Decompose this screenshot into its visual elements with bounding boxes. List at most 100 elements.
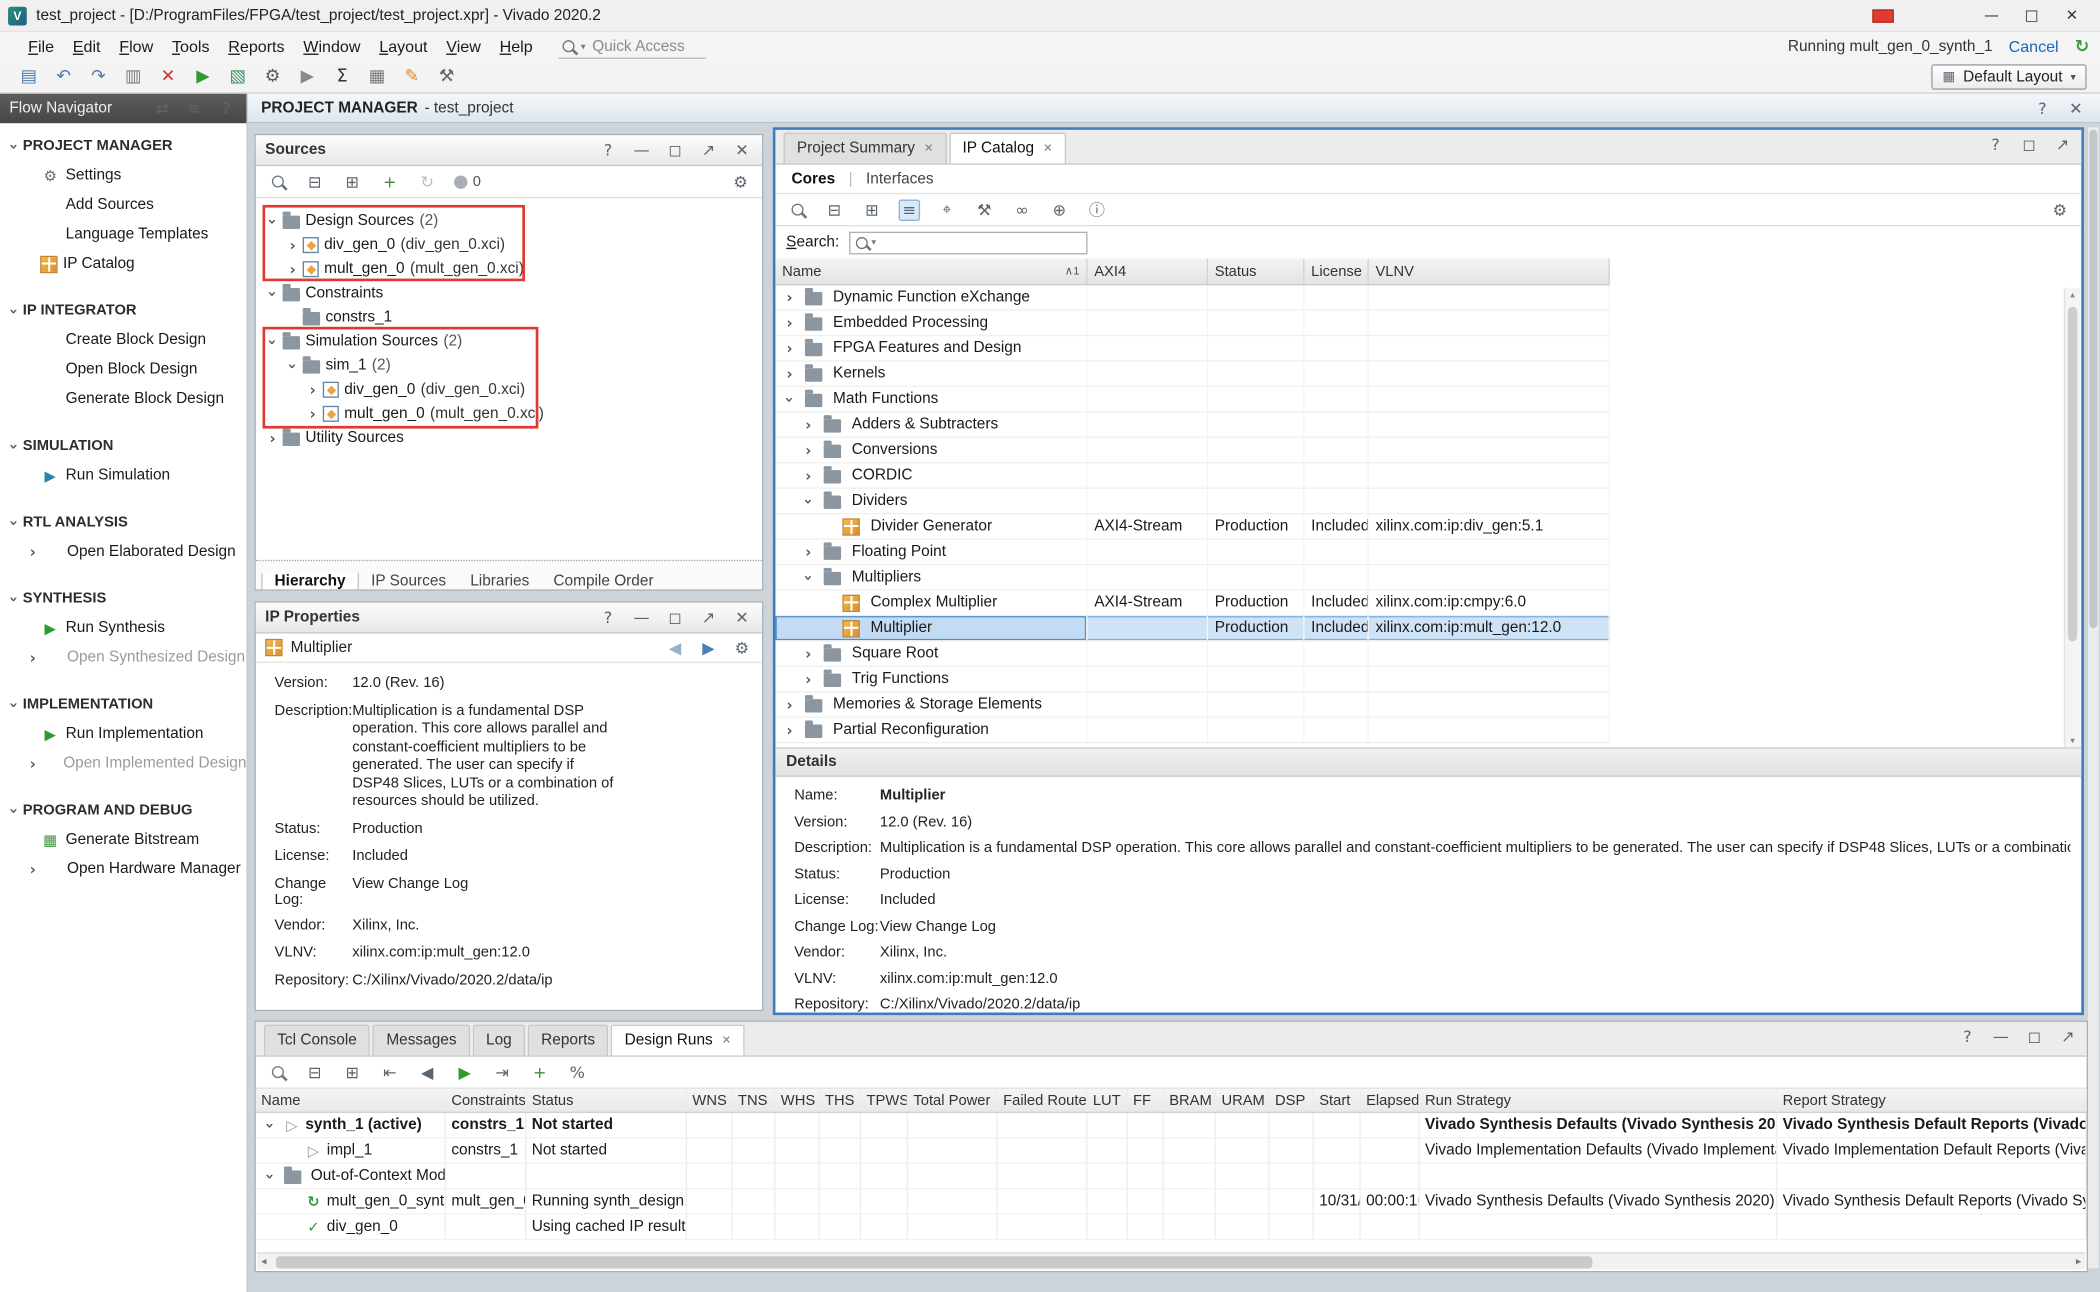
expander-icon[interactable] (264, 334, 281, 349)
settings-icon[interactable]: ⚙ (2049, 199, 2070, 220)
link-view-change-log[interactable]: View Change Log (880, 918, 2071, 936)
column-header-total-power[interactable]: Total Power (908, 1089, 998, 1112)
catalog-row-embedded-processing[interactable]: Embedded Processing (775, 311, 1609, 336)
catalog-search-input[interactable]: ▾ (849, 231, 1087, 254)
scroll-down-icon[interactable]: ▾ (2065, 735, 2080, 746)
close-button[interactable]: ✕ (2052, 7, 2092, 24)
expander-icon[interactable] (781, 697, 798, 712)
minimize-button[interactable]: — (1971, 7, 2011, 24)
expander-icon[interactable] (304, 382, 321, 397)
column-header-constraints[interactable]: Constraints (446, 1089, 526, 1112)
flow-section-header[interactable]: PROJECT MANAGER (0, 131, 246, 160)
horizontal-scrollbar[interactable]: ◂ ▸ (257, 1252, 2085, 1269)
search-icon[interactable] (267, 1061, 288, 1082)
flow-item-generate-bitstream[interactable]: ▦ Generate Bitstream (0, 825, 246, 854)
settings-icon[interactable]: ⚙ (257, 64, 288, 91)
column-header-name[interactable]: Name∧1 (775, 258, 1087, 283)
menu-layout[interactable]: Layout (370, 32, 437, 61)
target-icon[interactable]: ⌖ (936, 199, 957, 220)
expander-icon[interactable] (800, 672, 817, 687)
menu-tools[interactable]: Tools (163, 32, 219, 61)
expander-icon[interactable] (800, 646, 817, 661)
hierarchy-view-icon[interactable]: ≡ (899, 199, 920, 220)
add-sources-icon[interactable]: + (379, 171, 400, 192)
source-row-sim-1[interactable]: sim_1 (2) (256, 354, 762, 378)
web-icon[interactable]: ⊕ (1049, 199, 1070, 220)
workspace-vertical-scrollbar[interactable] (2088, 127, 2099, 1268)
column-header-status[interactable]: Status (526, 1089, 687, 1112)
flow-item-add-sources[interactable]: Add Sources (0, 190, 246, 219)
quick-access-search[interactable]: ▾ Quick Access (558, 35, 705, 58)
flow-item-generate-block-design[interactable]: Generate Block Design (0, 384, 246, 413)
scrollbar-thumb[interactable] (2089, 130, 2097, 628)
flow-section-header[interactable]: SIMULATION (0, 431, 246, 460)
scroll-up-icon[interactable]: ▴ (2065, 289, 2080, 300)
column-header-name[interactable]: Name (256, 1089, 446, 1112)
column-header-run-strategy[interactable]: Run Strategy (1420, 1089, 1778, 1112)
float-icon[interactable]: ◻ (2018, 134, 2039, 155)
expander-icon[interactable] (264, 214, 281, 229)
column-header-tns[interactable]: TNS (733, 1089, 776, 1112)
source-row-simulation-sources[interactable]: Simulation Sources (2) (256, 329, 762, 353)
run-icon[interactable]: ▶ (454, 1061, 475, 1082)
edit-icon[interactable]: ✎ (396, 64, 427, 91)
report-icon[interactable]: ▧ (222, 64, 253, 91)
source-row-mult-gen-0[interactable]: mult_gen_0 (mult_gen_0.xci) (256, 402, 762, 426)
expander-icon[interactable] (800, 544, 817, 559)
tab-design-runs[interactable]: Design Runs × (611, 1025, 744, 1056)
forward-icon[interactable]: ▶ (698, 637, 719, 658)
tab-messages[interactable]: Messages (373, 1025, 470, 1056)
help-icon[interactable]: ? (597, 607, 618, 628)
column-header-elapsed[interactable]: Elapsed (1361, 1089, 1420, 1112)
flow-item-run-simulation[interactable]: ▶ Run Simulation (0, 461, 246, 490)
menu-file[interactable]: File (19, 32, 64, 61)
expander-icon[interactable] (800, 417, 817, 432)
tab-ip-catalog[interactable]: IP Catalog × (949, 133, 1065, 164)
flow-item-create-block-design[interactable]: Create Block Design (0, 325, 246, 354)
maximize-icon[interactable]: ↗ (698, 607, 719, 628)
close-icon[interactable]: × (924, 141, 933, 157)
link-production[interactable]: Production (352, 820, 623, 838)
expander-icon[interactable] (304, 406, 321, 421)
catalog-row-adders-subtracters[interactable]: Adders & Subtracters (775, 413, 1609, 438)
expander-icon[interactable] (781, 290, 798, 305)
scroll-right-icon[interactable]: ▸ (2076, 1255, 2081, 1267)
search-icon[interactable] (267, 171, 288, 192)
column-header-uram[interactable]: URAM (1216, 1089, 1270, 1112)
catalog-row-math-functions[interactable]: Math Functions (775, 387, 1609, 412)
close-icon[interactable]: ✕ (731, 607, 752, 628)
flow-item-open-synthesized-design[interactable]: Open Synthesized Design (0, 643, 246, 672)
tab-interfaces[interactable]: Interfaces (863, 171, 936, 187)
tab-compile-order[interactable]: Compile Order (541, 573, 665, 589)
catalog-row-partial-reconfiguration[interactable]: Partial Reconfiguration (775, 718, 1609, 743)
maximize-icon[interactable]: ↗ (2052, 134, 2073, 155)
add-run-icon[interactable]: + (529, 1061, 550, 1082)
search-icon[interactable] (786, 199, 807, 220)
close-icon[interactable]: ✕ (731, 139, 752, 160)
flow-item-run-implementation[interactable]: ▶ Run Implementation (0, 719, 246, 748)
menu-edit[interactable]: Edit (63, 32, 109, 61)
maximize-button[interactable]: □ (2012, 7, 2052, 24)
catalog-row-multiplier[interactable]: Multiplier Production Included xilinx.co… (775, 616, 1609, 641)
scrollbar-thumb[interactable] (2068, 307, 2077, 642)
source-row-design-sources[interactable]: Design Sources (2) (256, 209, 762, 233)
expander-icon[interactable] (781, 723, 798, 738)
collapse-all-icon[interactable]: ⊟ (824, 199, 845, 220)
expander-icon[interactable] (264, 286, 281, 301)
menu-window[interactable]: Window (294, 32, 370, 61)
column-header-status[interactable]: Status (1208, 258, 1304, 283)
flow-item-ip-catalog[interactable]: IP Catalog (0, 249, 246, 278)
catalog-row-dynamic-function-exchange[interactable]: Dynamic Function eXchange (775, 285, 1609, 310)
catalog-row-floating-point[interactable]: Floating Point (775, 540, 1609, 565)
expander-icon[interactable] (800, 494, 817, 509)
expander-icon[interactable] (781, 392, 798, 407)
refresh-icon[interactable]: ↻ (417, 171, 438, 192)
swap-icon[interactable]: ⇄ (151, 98, 172, 119)
catalog-row-memories-storage-elements[interactable]: Memories & Storage Elements (775, 692, 1609, 717)
tab-cores[interactable]: Cores (789, 171, 838, 187)
flow-item-open-hardware-manager[interactable]: Open Hardware Manager (0, 854, 246, 883)
column-header-license[interactable]: License (1304, 258, 1368, 283)
help-icon[interactable]: ? (597, 139, 618, 160)
help-icon[interactable]: ? (2032, 97, 2053, 118)
tools-icon[interactable]: ⚒ (431, 64, 462, 91)
